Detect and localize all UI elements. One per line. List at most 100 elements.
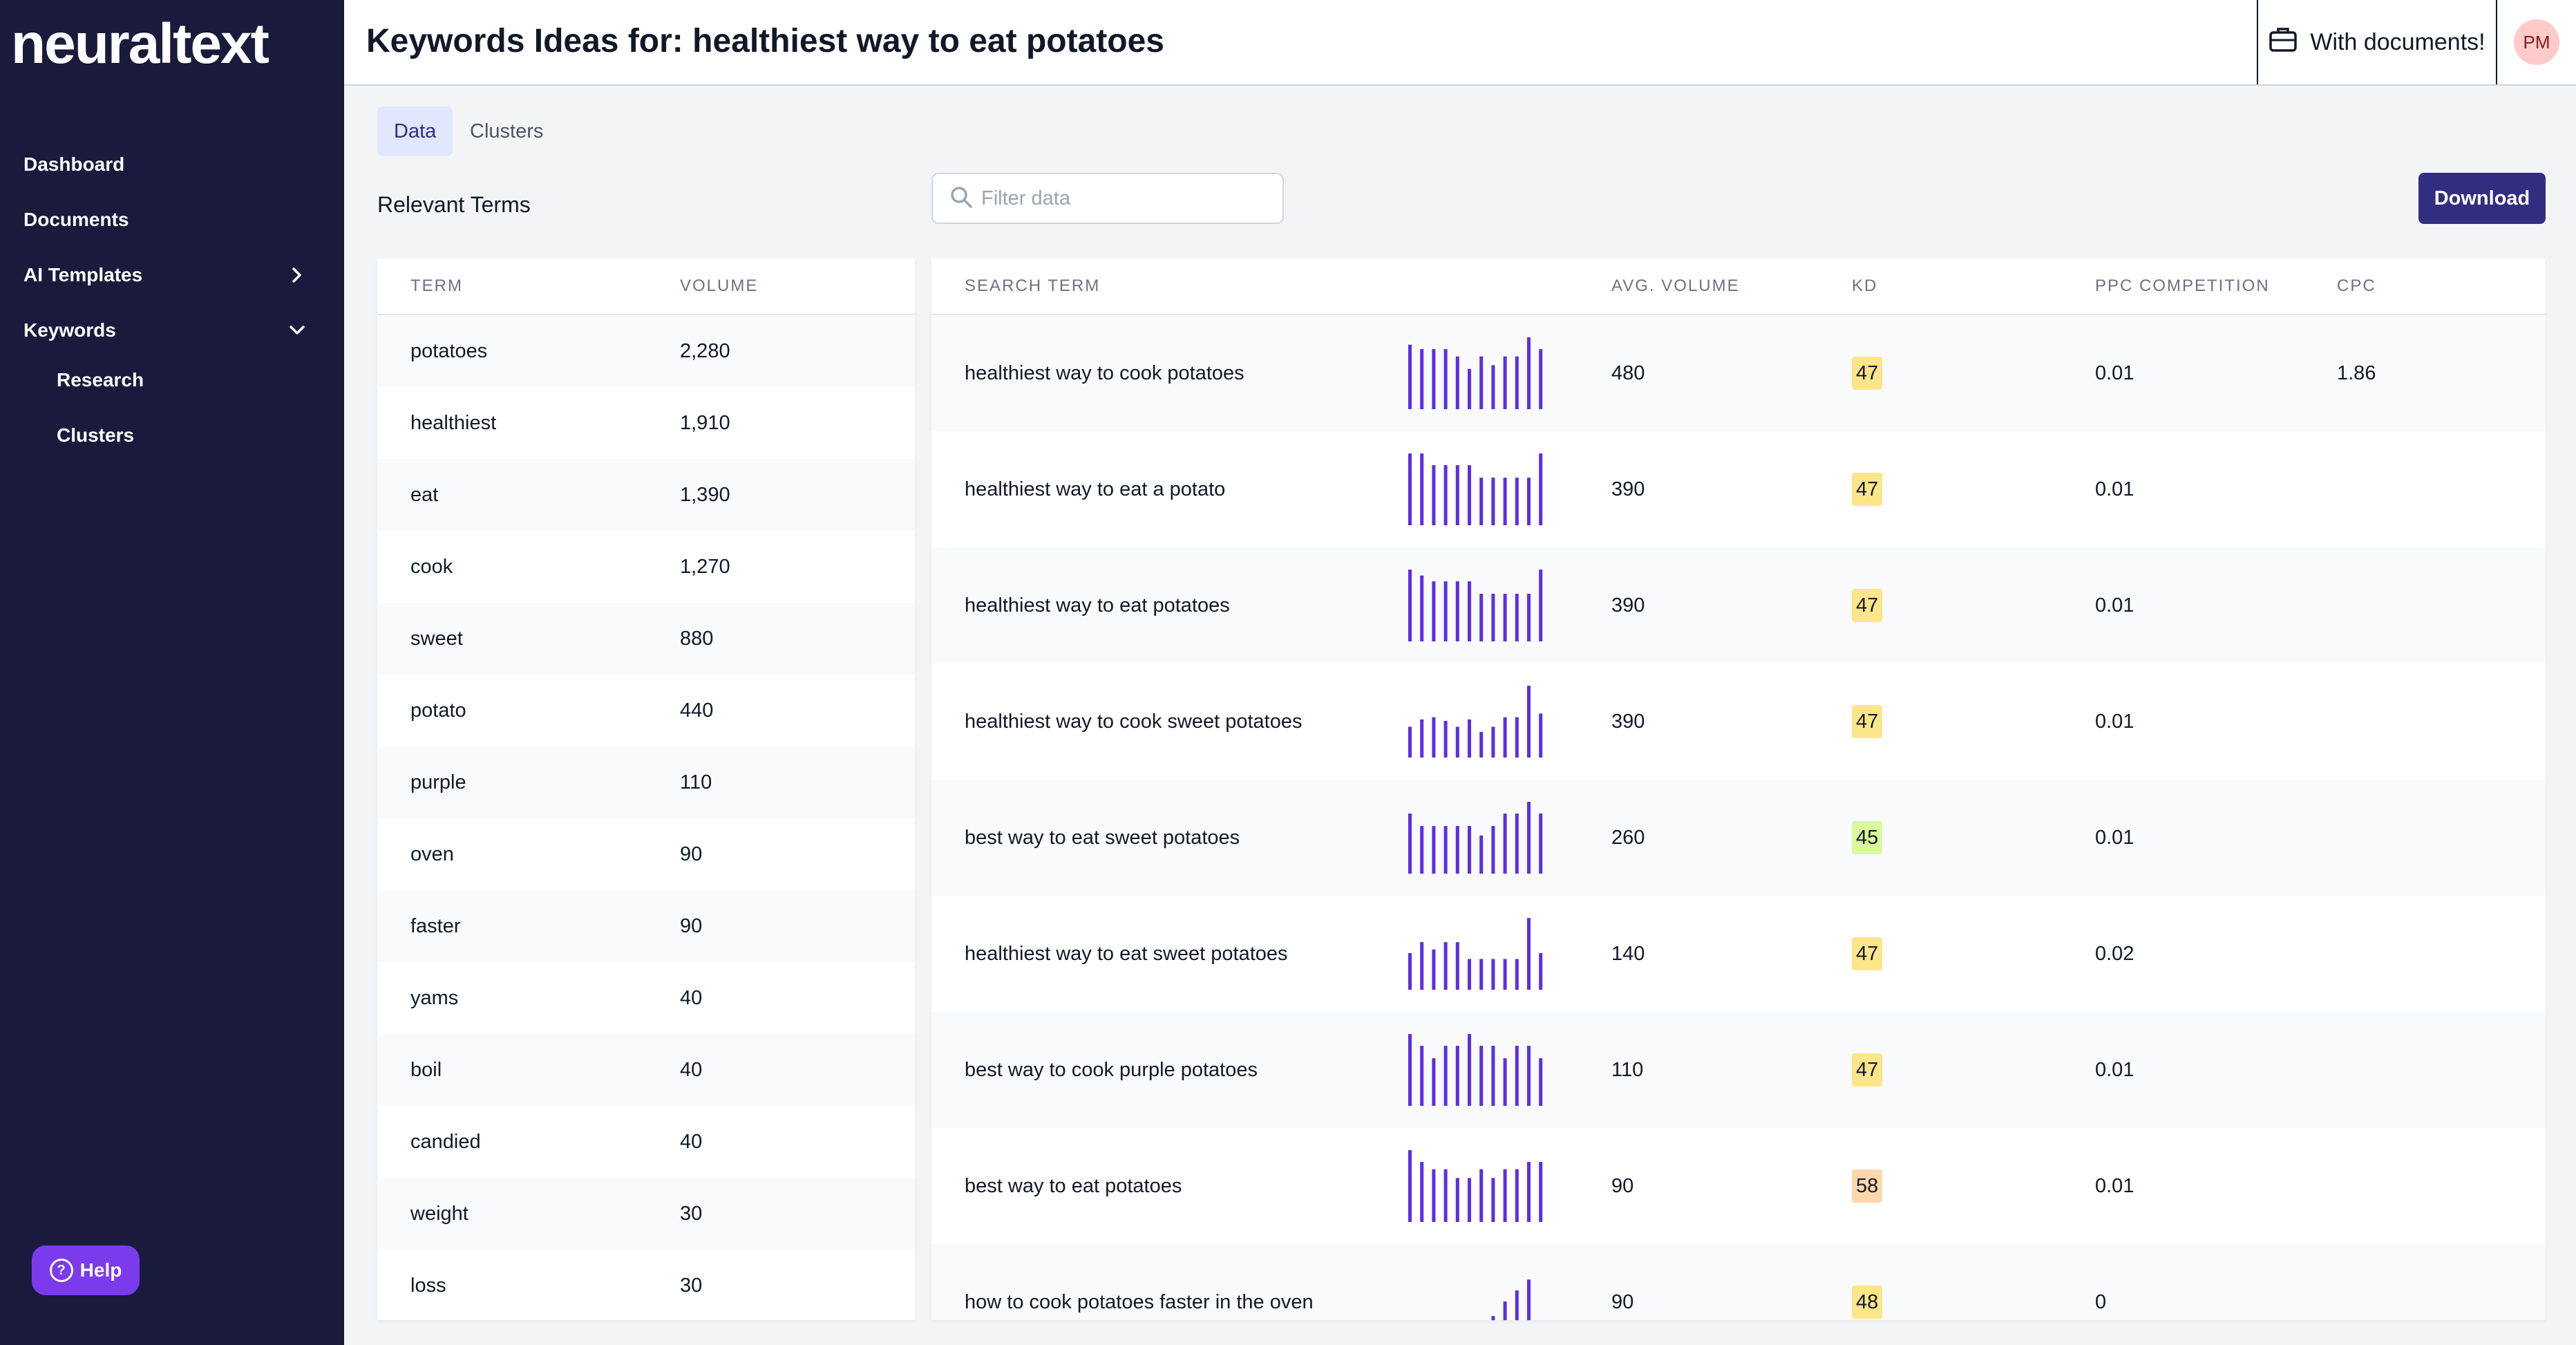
table-row[interactable]: healthiest way to cook potatoes 480 47 0.01…: [931, 315, 2546, 431]
column-header-volume[interactable]: VOLUME: [680, 258, 758, 314]
trend-bar: [1527, 686, 1531, 758]
table-row: candied 40: [377, 1106, 915, 1178]
kd-badge: 47: [1852, 705, 1883, 738]
search-term-cell: best way to eat sweet potatoes: [965, 827, 1240, 849]
volume-cell: 90: [680, 843, 703, 865]
trend-bar: [1468, 1178, 1471, 1222]
term-cell: weight: [410, 1203, 468, 1225]
column-header-kd[interactable]: KD: [1852, 258, 1877, 314]
table-row[interactable]: healthiest way to cook sweet potatoes 390…: [931, 664, 2546, 780]
trend-bar: [1408, 1034, 1412, 1106]
trend-bar: [1515, 959, 1519, 990]
trend-bar: [1468, 368, 1471, 409]
trend-bar: [1515, 813, 1519, 874]
volume-trend-sparkline: [1408, 1034, 1543, 1106]
table-body: potatoes 2,280 healthiest 1,910 eat 1,390 cook…: [377, 315, 915, 1320]
trend-bar: [1539, 349, 1543, 409]
tab-clusters[interactable]: Clusters: [453, 106, 560, 156]
trend-bar: [1539, 453, 1543, 525]
ppc-competition-cell: 0.01: [2095, 827, 2134, 849]
trend-bar: [1432, 1169, 1436, 1222]
trend-bar: [1539, 713, 1543, 758]
trend-bar: [1455, 581, 1459, 641]
table-row[interactable]: healthiest way to eat potatoes 390 47 0.01: [931, 547, 2546, 664]
avg-volume-cell: 480: [1611, 362, 1645, 384]
trend-bar: [1503, 594, 1507, 641]
sidebar-item-clusters[interactable]: Clusters: [57, 422, 134, 449]
trend-bar: [1503, 717, 1507, 758]
trend-bar: [1455, 356, 1459, 409]
table-row[interactable]: best way to eat potatoes 90 58 0.01: [931, 1128, 2546, 1244]
table-row[interactable]: best way to cook purple potatoes 110 47 0.0…: [931, 1012, 2546, 1128]
tab-data[interactable]: Data: [377, 106, 453, 156]
help-label: Help: [79, 1259, 122, 1281]
with-documents-button[interactable]: With documents!: [2257, 0, 2497, 84]
trend-bar: [1443, 721, 1448, 758]
chevron-right-icon[interactable]: [283, 261, 311, 289]
trend-bar: [1468, 959, 1471, 990]
kd-badge: 47: [1852, 937, 1883, 970]
help-button[interactable]: ? Help: [32, 1245, 140, 1295]
sidebar-item-research[interactable]: Research: [57, 366, 144, 394]
trend-bar: [1503, 813, 1507, 874]
app-logo[interactable]: neuraltext: [11, 10, 269, 79]
chevron-down-icon[interactable]: [283, 317, 311, 344]
trend-bar: [1527, 1046, 1531, 1106]
trend-bar: [1479, 835, 1484, 874]
sidebar-item-keywords[interactable]: Keywords: [23, 317, 116, 344]
trend-bar: [1443, 1046, 1448, 1106]
table-row: boil 40: [377, 1034, 915, 1106]
column-header-avg-volume[interactable]: AVG. VOLUME: [1611, 258, 1740, 314]
search-term-cell: how to cook potatoes faster in the oven: [965, 1291, 1314, 1313]
trend-bar: [1443, 1169, 1448, 1222]
relevant-terms-table: TERM VOLUME potatoes 2,280 healthiest 1,910…: [377, 258, 915, 1320]
column-header-search-term[interactable]: SEARCH TERM: [965, 258, 1100, 314]
table-row[interactable]: best way to eat sweet potatoes 260 45 0.01: [931, 780, 2546, 896]
trend-bar: [1443, 349, 1448, 409]
trend-bar: [1443, 581, 1448, 641]
column-header-ppc-competition[interactable]: PPC COMPETITION: [2095, 258, 2270, 314]
table-row[interactable]: healthiest way to eat sweet potatoes 140 4…: [931, 896, 2546, 1012]
trend-bar: [1491, 1046, 1495, 1106]
trend-bar: [1491, 594, 1495, 641]
volume-trend-sparkline: [1408, 453, 1543, 525]
term-cell: cook: [410, 556, 453, 578]
sidebar-item-documents[interactable]: Documents: [23, 206, 129, 234]
with-documents-label: With documents!: [2310, 28, 2485, 55]
filter-field[interactable]: [931, 173, 1284, 224]
sidebar-item-dashboard[interactable]: Dashboard: [23, 151, 124, 178]
table-row[interactable]: healthiest way to eat a potato 390 47 0.01: [931, 431, 2546, 547]
term-cell: eat: [410, 484, 439, 506]
trend-bar: [1408, 570, 1412, 641]
avatar[interactable]: PM: [2514, 19, 2559, 65]
trend-bar: [1527, 802, 1531, 874]
trend-bar: [1515, 717, 1519, 758]
trend-bar: [1515, 1290, 1519, 1320]
trend-bar: [1527, 337, 1531, 409]
trend-bar: [1527, 478, 1531, 525]
search-term-cell: healthiest way to eat a potato: [965, 478, 1226, 500]
trend-bar: [1539, 813, 1543, 874]
search-term-cell: healthiest way to eat potatoes: [965, 594, 1230, 617]
trend-bar: [1432, 349, 1436, 409]
trend-bar: [1479, 1046, 1484, 1106]
avg-volume-cell: 390: [1611, 711, 1645, 733]
search-term-cell: healthiest way to eat sweet potatoes: [965, 943, 1288, 965]
trend-bar: [1539, 570, 1543, 641]
table-row[interactable]: how to cook potatoes faster in the oven 9…: [931, 1244, 2546, 1320]
kd-badge: 48: [1852, 1286, 1883, 1319]
trend-bar: [1455, 826, 1459, 874]
trend-bar: [1408, 726, 1412, 758]
term-cell: potatoes: [410, 340, 488, 362]
ppc-competition-cell: 0.01: [2095, 478, 2134, 500]
column-header-term[interactable]: TERM: [410, 258, 463, 314]
trend-bar: [1515, 356, 1519, 409]
filter-input[interactable]: [980, 186, 1282, 211]
column-header-cpc[interactable]: CPC: [2337, 258, 2376, 314]
download-button[interactable]: Download: [2418, 173, 2546, 224]
term-cell: boil: [410, 1059, 442, 1081]
trend-bar: [1527, 594, 1531, 641]
sidebar-item-ai-templates[interactable]: AI Templates: [23, 261, 142, 289]
volume-cell: 2,280: [680, 340, 730, 362]
search-term-cell: healthiest way to cook potatoes: [965, 362, 1244, 384]
